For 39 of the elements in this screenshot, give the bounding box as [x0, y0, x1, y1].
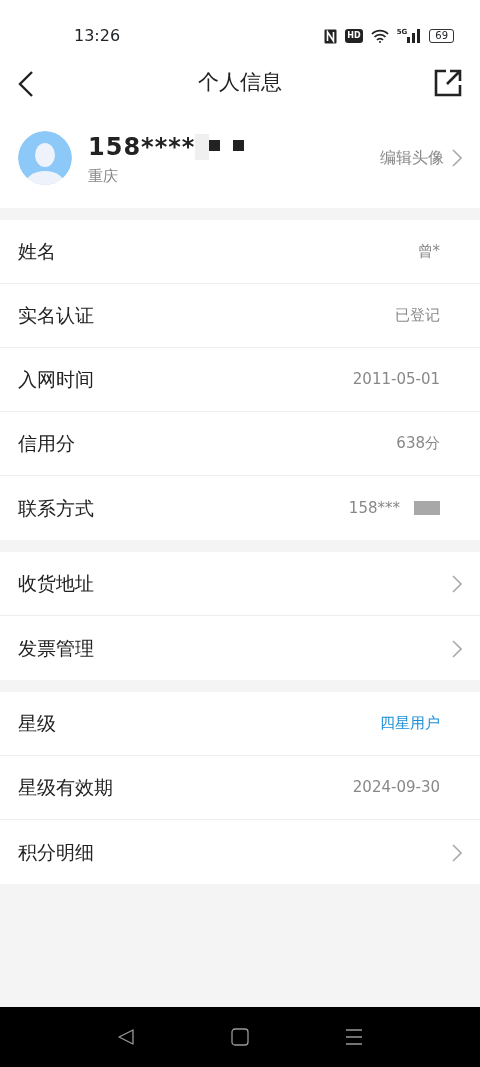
row-label: 星级有效期 — [18, 775, 113, 801]
signal-icon — [407, 29, 422, 43]
level-value: 四星用户 — [380, 713, 440, 735]
menu-icon[interactable] — [345, 1028, 363, 1046]
row-value: 已登记 — [395, 305, 440, 327]
battery-icon: 69 — [429, 29, 454, 43]
row-value: 158*** — [348, 497, 400, 519]
row-label: 实名认证 — [18, 303, 94, 329]
row-label: 姓名 — [18, 239, 56, 265]
row-value: 2011-05-01 — [352, 369, 440, 391]
home-icon[interactable] — [231, 1028, 249, 1046]
menu-row[interactable]: 发票管理 — [0, 616, 480, 680]
row-value: 曾* — [417, 241, 440, 263]
share-icon[interactable] — [434, 69, 462, 97]
city-label: 重庆 — [88, 165, 119, 187]
edit-avatar-button[interactable]: 编辑头像 — [380, 146, 462, 170]
back-icon[interactable] — [18, 70, 34, 98]
status-time: 13:26 — [74, 25, 121, 47]
page-title: 个人信息 — [198, 69, 282, 97]
row-value: 2024-09-30 — [352, 777, 440, 799]
wifi-icon — [370, 29, 389, 43]
row-label: 星级 — [18, 711, 56, 737]
row-label: 积分明细 — [18, 839, 94, 865]
row-value: 638分 — [396, 433, 440, 455]
menu-row[interactable]: 收货地址 — [0, 552, 480, 616]
row-label: 入网时间 — [18, 367, 94, 393]
chevron-icon — [452, 639, 462, 658]
chevron-icon — [452, 843, 462, 862]
row-label: 收货地址 — [18, 571, 94, 597]
row-label: 信用分 — [18, 431, 75, 457]
menu-row[interactable]: 积分明细 — [0, 820, 480, 884]
hd-badge: HD — [345, 29, 363, 43]
redaction-mosaic — [414, 501, 440, 515]
chevron-icon — [452, 149, 462, 167]
row-label: 联系方式 — [18, 495, 94, 521]
chevron-icon — [452, 575, 462, 593]
row-label: 发票管理 — [18, 635, 94, 661]
phone-number: 158**** — [88, 131, 196, 163]
nfc-icon — [324, 28, 338, 44]
